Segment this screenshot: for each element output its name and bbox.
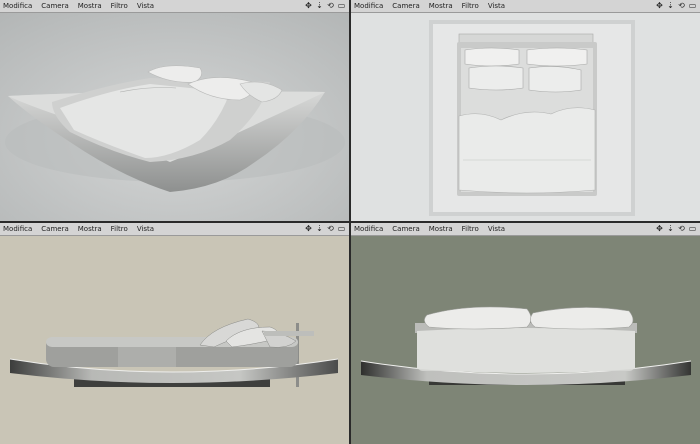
rotate-view-icon[interactable]: ⟲ <box>326 0 335 12</box>
menu-camera[interactable]: Camera <box>41 223 68 235</box>
move-view-icon[interactable]: ✥ <box>655 223 664 235</box>
dolly-view-icon[interactable]: ⇣ <box>666 0 675 12</box>
render-side <box>0 235 349 444</box>
menu-vista[interactable]: Vista <box>488 0 505 12</box>
dolly-view-icon[interactable]: ⇣ <box>666 223 675 235</box>
menu-filtro[interactable]: Filtro <box>462 223 479 235</box>
menu-camera[interactable]: Camera <box>392 0 419 12</box>
viewport-menubar: Modifica Camera Mostra Filtro Vista ✥ ⇣ … <box>0 0 349 13</box>
move-view-icon[interactable]: ✥ <box>304 0 313 12</box>
maximize-view-icon[interactable]: ▭ <box>337 223 346 235</box>
viewport-menu: Modifica Camera Mostra Filtro Vista <box>351 223 655 235</box>
rotate-view-icon[interactable]: ⟲ <box>326 223 335 235</box>
maximize-view-icon[interactable]: ▭ <box>688 223 697 235</box>
rotate-view-icon[interactable]: ⟲ <box>677 223 686 235</box>
menu-modifica[interactable]: Modifica <box>354 223 383 235</box>
menu-filtro[interactable]: Filtro <box>111 223 128 235</box>
menu-filtro[interactable]: Filtro <box>462 0 479 12</box>
viewport-controls: ✥ ⇣ ⟲ ▭ <box>304 0 349 12</box>
menu-mostra[interactable]: Mostra <box>429 223 453 235</box>
render-front <box>351 235 700 444</box>
viewport-menu: Modifica Camera Mostra Filtro Vista <box>0 0 304 12</box>
dolly-view-icon[interactable]: ⇣ <box>315 0 324 12</box>
viewport-controls: ✥ ⇣ ⟲ ▭ <box>304 223 349 235</box>
menu-vista[interactable]: Vista <box>137 0 154 12</box>
viewport-front[interactable]: Modifica Camera Mostra Filtro Vista ✥ ⇣ … <box>351 223 700 444</box>
maximize-view-icon[interactable]: ▭ <box>688 0 697 12</box>
viewport-menubar: Modifica Camera Mostra Filtro Vista ✥ ⇣ … <box>351 223 700 236</box>
move-view-icon[interactable]: ✥ <box>304 223 313 235</box>
maximize-view-icon[interactable]: ▭ <box>337 0 346 12</box>
viewport-side[interactable]: Modifica Camera Mostra Filtro Vista ✥ ⇣ … <box>0 223 349 444</box>
menu-camera[interactable]: Camera <box>41 0 68 12</box>
menu-mostra[interactable]: Mostra <box>429 0 453 12</box>
render-top <box>351 12 700 221</box>
menu-camera[interactable]: Camera <box>392 223 419 235</box>
viewport-menubar: Modifica Camera Mostra Filtro Vista ✥ ⇣ … <box>0 223 349 236</box>
move-view-icon[interactable]: ✥ <box>655 0 664 12</box>
rotate-view-icon[interactable]: ⟲ <box>677 0 686 12</box>
viewport-grid: Modifica Camera Mostra Filtro Vista ✥ ⇣ … <box>0 0 700 444</box>
menu-mostra[interactable]: Mostra <box>78 0 102 12</box>
viewport-controls: ✥ ⇣ ⟲ ▭ <box>655 223 700 235</box>
viewport-controls: ✥ ⇣ ⟲ ▭ <box>655 0 700 12</box>
menu-vista[interactable]: Vista <box>137 223 154 235</box>
viewport-perspective[interactable]: Modifica Camera Mostra Filtro Vista ✥ ⇣ … <box>0 0 349 221</box>
menu-modifica[interactable]: Modifica <box>354 0 383 12</box>
menu-mostra[interactable]: Mostra <box>78 223 102 235</box>
dolly-view-icon[interactable]: ⇣ <box>315 223 324 235</box>
viewport-menu: Modifica Camera Mostra Filtro Vista <box>0 223 304 235</box>
menu-vista[interactable]: Vista <box>488 223 505 235</box>
viewport-menu: Modifica Camera Mostra Filtro Vista <box>351 0 655 12</box>
menu-filtro[interactable]: Filtro <box>111 0 128 12</box>
menu-modifica[interactable]: Modifica <box>3 223 32 235</box>
viewport-menubar: Modifica Camera Mostra Filtro Vista ✥ ⇣ … <box>351 0 700 13</box>
viewport-top[interactable]: Modifica Camera Mostra Filtro Vista ✥ ⇣ … <box>351 0 700 221</box>
render-perspective <box>0 12 349 221</box>
menu-modifica[interactable]: Modifica <box>3 0 32 12</box>
